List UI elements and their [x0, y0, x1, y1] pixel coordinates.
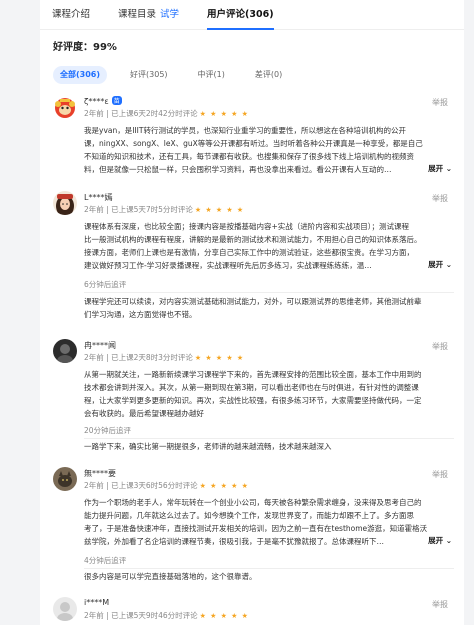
expand-button[interactable]: 展开 ⌄ — [424, 535, 452, 546]
review-line: 会有收获的。最后希望课程越办越好 — [84, 409, 204, 418]
expand-label: 展开 — [428, 260, 444, 269]
review-line: 作为一个职场的老手人，常年玩转在一个创业小公司，每天被各种繁杂需求缠身，没来得及… — [84, 498, 422, 507]
expand-label: 展开 — [428, 536, 444, 545]
dark-avatar[interactable] — [53, 339, 77, 363]
report-button[interactable]: 举报 — [432, 341, 448, 352]
star-rating: ★ ★ ★ ★ ★ — [194, 354, 245, 362]
light-avatar[interactable] — [53, 597, 77, 621]
tab-reviews[interactable]: 用户评论(306) — [207, 6, 274, 30]
review-time: 2年前 | 已上课5天9时46分时评论 — [84, 611, 198, 620]
tab-catalog-label: 课程目录 — [118, 9, 157, 20]
expand-button[interactable]: 展开 ⌄ — [424, 163, 452, 174]
report-button[interactable]: 举报 — [432, 193, 448, 204]
review-meta: 2年前 | 已上课5天9时46分时评论 ★ ★ ★ ★ ★ — [84, 610, 249, 621]
reviewer-name: L****嫣 — [84, 193, 113, 202]
review-line: 料，但是就像一只松鼠一样，只会囤积学习资料，再也没拿出来看过。看公开课有人互动的… — [84, 165, 392, 174]
review-line: 能力提升问题，几年就这么过去了。如今想换个工作，发现世界变了，而能力却跟不上了。… — [84, 511, 414, 520]
filter-neutral[interactable]: 中评(1) — [191, 66, 232, 84]
follow-up-content: 一路学下来，确实比第一期提很多，老师讲的越来越流畅，技术越来越深入 — [84, 440, 454, 453]
review-line: 技术都会讲到并深入。其次，从第一期到现在第3期，可以看出老师也在与时俱进，有针对… — [84, 383, 419, 392]
review-line: 程，让大家学到更多更新的知识。再次，实战性比较强，有很多练习环节，大家需要坚持做… — [84, 396, 422, 405]
follow-up-content: 课程学完还可以续读，对内容实测试基础和测试能力，对外，可以跟测试界的思维老师，其… — [84, 295, 454, 321]
review-meta: 2年前 | 已上课2天8时3分时评论 ★ ★ ★ ★ ★ — [84, 352, 244, 363]
follow-up-line: 很多内容是可以学完直接基础落地的，这个很靠谱。 — [84, 572, 257, 581]
divider — [84, 292, 454, 293]
review-meta: 2年前 | 已上课6天2时42分时评论 ★ ★ ★ ★ ★ — [84, 108, 249, 119]
reviewer-name: 冉****闻 — [84, 341, 116, 350]
reviewer-name: 無****要 — [84, 469, 116, 478]
reviewer-name: i****M — [84, 598, 110, 607]
chevron-down-icon: ⌄ — [445, 260, 452, 269]
star-rating: ★ ★ ★ ★ ★ — [199, 110, 249, 118]
review-content: 从第一期就关注，一路新新续课学习课程学下来的，首先课程安排的范围比较全面，基本工… — [84, 368, 454, 420]
follow-up-title: 20分钟后追评 — [84, 426, 132, 435]
trial-badge[interactable]: 试学 — [160, 9, 179, 20]
chevron-down-icon: ⌄ — [445, 164, 452, 173]
reviewer-name-text: ζ****ɛ — [84, 97, 109, 106]
review-line: 从第一期就关注，一路新新续课学习课程学下来的，首先课程安排的范围比较全面，基本工… — [84, 370, 422, 379]
tab-intro[interactable]: 课程介绍 — [52, 6, 90, 29]
review-content: 课程体系有深度，也比较全面；接课内容是按播基础内容+实战（进阶内容和实战项目）；… — [84, 220, 454, 272]
cat-avatar[interactable] — [53, 467, 77, 491]
follow-up-line: 课程学完还可以续读，对内容实测试基础和测试能力，对外，可以跟测试界的思维老师，其… — [84, 297, 422, 306]
expand-label: 展开 — [428, 164, 444, 173]
expand-button[interactable]: 展开 ⌄ — [424, 259, 452, 270]
review-time: 2年前 | 已上课5天7时5分时评论 — [84, 205, 193, 214]
review-meta: 2年前 | 已上课3天6时56分时评论 ★ ★ ★ ★ ★ — [84, 480, 249, 491]
filter-negative[interactable]: 差评(0) — [248, 66, 289, 84]
report-button[interactable]: 举报 — [432, 469, 448, 480]
review-filters: 全部(306) 好评(305) 中评(1) 差评(0) — [53, 66, 464, 84]
tab-catalog[interactable]: 课程目录 试学 — [118, 6, 179, 29]
review-content: 我是yvan，是IIIT转行测试的学员，也深知行业重学习的重要性，所以想这在各种… — [84, 124, 454, 176]
filter-all[interactable]: 全部(306) — [53, 66, 108, 84]
rating-value: 99% — [93, 42, 117, 53]
review-line: 课，ningXX、songX、leX、guX等等公开课都有听过。当时听着各种公开… — [84, 139, 423, 148]
star-rating: ★ ★ ★ ★ ★ — [199, 482, 249, 490]
rating-label: 好评度： — [53, 42, 93, 53]
report-button[interactable]: 举报 — [432, 599, 448, 610]
filter-positive[interactable]: 好评(305) — [123, 66, 175, 84]
star-rating: ★ ★ ★ ★ ★ — [194, 206, 245, 214]
monkey-avatar[interactable] — [53, 95, 77, 119]
review-line: 建议做好预习工作-学习好录播课程，实战课程听先后厉多练习，实战课程练练练，温… — [84, 261, 372, 270]
course-tabs: 课程介绍 课程目录 试学 用户评论(306) — [40, 0, 464, 30]
positive-rating: 好评度：99% — [53, 38, 464, 53]
review-line: 兹学院，外加看了名企培训的课程节奏，很吸引我，于是毫不犹豫就报了。总体课程听下… — [84, 537, 384, 546]
review-time: 2年前 | 已上课6天2时42分时评论 — [84, 109, 198, 118]
reviewer-name: ζ****ɛ 苗 — [84, 96, 122, 106]
chevron-down-icon: ⌄ — [445, 536, 452, 545]
girl-avatar[interactable] — [53, 191, 77, 215]
star-rating: ★ ★ ★ ★ ★ — [199, 612, 249, 620]
review-meta: 2年前 | 已上课5天7时5分时评论 ★ ★ ★ ★ ★ — [84, 204, 244, 215]
review-page: 课程介绍 课程目录 试学 用户评论(306) 好评度：99% 全部(306) 好评… — [40, 0, 464, 625]
review-line: 接课方面，老师们上课也是有激情，分享自己实际工作中的测试验证，这些都很宝贵。在学… — [84, 248, 414, 257]
follow-up-title: 4分钟后追评 — [84, 556, 127, 565]
review-line: 课程体系有深度，也比较全面；接课内容是按播基础内容+实战（进阶内容和实战项目）；… — [84, 222, 410, 231]
follow-up-content: 很多内容是可以学完直接基础落地的，这个很靠谱。 — [84, 570, 454, 583]
follow-up-title: 6分钟后追评 — [84, 280, 127, 289]
report-button[interactable]: 举报 — [432, 97, 448, 108]
review-content: 作为一个职场的老手人，常年玩转在一个创业小公司，每天被各种繁杂需求缠身，没来得及… — [84, 496, 454, 548]
member-badge: 苗 — [111, 96, 122, 105]
review-line: 比一般测试机构的课程有程度，讲解的是最新的测试技术和测试能力，不用担心自己的知识… — [84, 235, 422, 244]
follow-up-line: 一路学下来，确实比第一期提很多，老师讲的越来越流畅，技术越来越深入 — [84, 442, 332, 451]
review-line: 我是yvan，是IIIT转行测试的学员，也深知行业重学习的重要性，所以想这在各种… — [84, 126, 406, 135]
review-line: 考了，于是准备快速冲年，直接找测试开发相关的培训，因为之前一直有在testhom… — [84, 524, 428, 533]
divider — [84, 568, 454, 569]
review-time: 2年前 | 已上课2天8时3分时评论 — [84, 353, 193, 362]
review-line: 不知道的知识和技术，还有工具，每节课都有收获。也搜集和保存了很多线下线上培训机构… — [84, 152, 414, 161]
divider — [84, 438, 454, 439]
follow-up-line: 们学习沟通，这方面觉得也不错。 — [84, 310, 197, 319]
review-time: 2年前 | 已上课3天6时56分时评论 — [84, 481, 198, 490]
